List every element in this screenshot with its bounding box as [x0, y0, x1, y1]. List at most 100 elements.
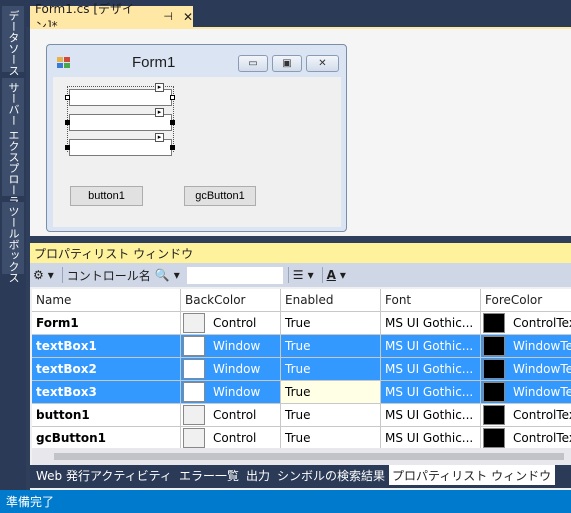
cell-forecolor[interactable]: ControlText: [481, 427, 571, 448]
form1-window[interactable]: Form1 ▭ ▣ ✕ ▸ ▸ ▸ button1 gcButton1: [46, 44, 347, 232]
column-header-font[interactable]: Font: [381, 289, 481, 312]
cell-text: Control: [213, 431, 257, 445]
column-header-enabled[interactable]: Enabled: [281, 289, 381, 312]
cell-text: ControlText: [513, 408, 571, 422]
cell-forecolor[interactable]: WindowText: [481, 335, 571, 358]
resize-handle[interactable]: [65, 120, 70, 125]
table-row[interactable]: textBox3 Window True MS UI Gothic... Win…: [32, 381, 571, 404]
cell-text: WindowText: [513, 339, 571, 353]
tab-web-publish[interactable]: Web 発行アクティビティ: [33, 465, 176, 485]
cell-name: button1: [32, 404, 181, 427]
cell-forecolor[interactable]: ControlText: [481, 312, 571, 335]
color-swatch: [183, 428, 205, 448]
cell-font[interactable]: MS UI Gothic...: [381, 427, 481, 448]
maximize-button[interactable]: ▣: [272, 55, 302, 72]
resize-handle[interactable]: [170, 145, 175, 150]
horizontal-scrollbar[interactable]: [32, 448, 571, 465]
toolbar-separator: [287, 267, 289, 283]
property-list-panel: プロパティリスト ウィンドウ ⚙ ▾ コントロール名 🔍 ▾ ☰ ▾ A ▾ N…: [30, 243, 571, 490]
close-button[interactable]: ✕: [306, 55, 339, 72]
pin-icon[interactable]: ⊣: [163, 10, 173, 23]
chevron-down-icon[interactable]: ▾: [340, 268, 346, 282]
cell-forecolor[interactable]: WindowText: [481, 358, 571, 381]
designer-surface: Form1 ▭ ▣ ✕ ▸ ▸ ▸ button1 gcButton1: [30, 27, 571, 236]
cell-font[interactable]: MS UI Gothic...: [381, 358, 481, 381]
cell-font[interactable]: MS UI Gothic...: [381, 312, 481, 335]
tab-property-list-window[interactable]: プロパティリスト ウィンドウ: [388, 465, 556, 485]
cell-font[interactable]: MS UI Gothic...: [381, 335, 481, 358]
document-tab-form1-design[interactable]: Form1.cs [デザイン]* ⊣ ✕: [30, 2, 193, 33]
property-grid: Name BackColor Enabled Font ForeColor Fo…: [32, 289, 571, 448]
cell-enabled[interactable]: True: [281, 335, 381, 358]
smart-tag-icon[interactable]: ▸: [155, 108, 164, 117]
color-swatch: [183, 336, 205, 356]
grid-header-row: Name BackColor Enabled Font ForeColor: [32, 289, 571, 312]
resize-handle[interactable]: [170, 95, 175, 100]
cell-text: Window: [213, 339, 261, 353]
minimize-button[interactable]: ▭: [238, 55, 268, 72]
cell-enabled[interactable]: True: [281, 312, 381, 335]
color-swatch: [483, 336, 505, 356]
property-toolbar: ⚙ ▾ コントロール名 🔍 ▾ ☰ ▾ A ▾: [30, 263, 571, 287]
cell-forecolor[interactable]: WindowText: [481, 381, 571, 404]
cell-enabled[interactable]: True: [281, 358, 381, 381]
columns-icon[interactable]: ⚙: [33, 268, 44, 282]
cell-enabled[interactable]: True: [281, 427, 381, 448]
chevron-down-icon[interactable]: ▾: [48, 268, 54, 282]
button1[interactable]: button1: [70, 186, 143, 206]
table-row[interactable]: Form1 Control True MS UI Gothic... Contr…: [32, 312, 571, 335]
color-swatch: [183, 382, 205, 402]
tab-output[interactable]: 出力: [243, 465, 274, 485]
toolbar-separator: [321, 267, 323, 283]
cell-font[interactable]: MS UI Gothic...: [381, 404, 481, 427]
color-swatch: [183, 359, 205, 379]
resize-handle[interactable]: [65, 95, 70, 100]
table-row[interactable]: button1 Control True MS UI Gothic... Con…: [32, 404, 571, 427]
panel-title: プロパティリスト ウィンドウ: [30, 243, 571, 263]
side-tab-datasource[interactable]: データソース: [2, 6, 24, 76]
cell-text: ControlText: [513, 316, 571, 330]
tab-error-list[interactable]: エラー一覧: [176, 465, 243, 485]
cell-enabled[interactable]: True: [281, 404, 381, 427]
cell-backcolor[interactable]: Window: [181, 358, 281, 381]
color-swatch: [483, 359, 505, 379]
cell-text: WindowText: [513, 362, 571, 376]
cell-forecolor[interactable]: ControlText: [481, 404, 571, 427]
chevron-down-icon[interactable]: ▾: [174, 268, 180, 282]
list-icon[interactable]: ☰: [293, 268, 304, 282]
side-tab-server-explorer[interactable]: サーバー エクスプローラー: [2, 78, 24, 218]
cell-name: Form1: [32, 312, 181, 335]
resize-handle[interactable]: [65, 145, 70, 150]
control-name-label: コントロール名: [66, 268, 151, 283]
table-row[interactable]: gcButton1 Control True MS UI Gothic... C…: [32, 427, 571, 448]
table-row[interactable]: textBox2 Window True MS UI Gothic... Win…: [32, 358, 571, 381]
table-row[interactable]: textBox1 Window True MS UI Gothic... Win…: [32, 335, 571, 358]
name-filter-input[interactable]: [185, 265, 284, 285]
smart-tag-icon[interactable]: ▸: [155, 133, 164, 142]
cell-font[interactable]: MS UI Gothic...: [381, 381, 481, 404]
cell-backcolor[interactable]: Control: [181, 404, 281, 427]
close-icon[interactable]: ✕: [183, 10, 193, 24]
cell-backcolor[interactable]: Control: [181, 427, 281, 448]
color-swatch: [483, 382, 505, 402]
color-swatch: [483, 428, 505, 448]
filter-icon[interactable]: 🔍: [155, 268, 170, 282]
column-header-name[interactable]: Name: [32, 289, 181, 312]
resize-handle[interactable]: [170, 120, 175, 125]
chevron-down-icon[interactable]: ▾: [308, 268, 314, 282]
tab-find-symbol-results[interactable]: シンボルの検索結果: [274, 465, 389, 485]
status-bar: 準備完了: [0, 490, 571, 513]
column-header-backcolor[interactable]: BackColor: [181, 289, 281, 312]
gcbutton1[interactable]: gcButton1: [184, 186, 256, 206]
cell-backcolor[interactable]: Window: [181, 381, 281, 404]
color-swatch: [483, 405, 505, 425]
font-icon[interactable]: A: [327, 268, 336, 282]
toolbar-separator: [61, 267, 63, 283]
cell-enabled-current[interactable]: True: [281, 381, 381, 404]
cell-backcolor[interactable]: Control: [181, 312, 281, 335]
smart-tag-icon[interactable]: ▸: [155, 83, 164, 92]
cell-backcolor[interactable]: Window: [181, 335, 281, 358]
scrollbar-thumb[interactable]: [54, 453, 564, 460]
side-tab-toolbox[interactable]: ツールボックス: [2, 202, 24, 283]
column-header-forecolor[interactable]: ForeColor: [481, 289, 571, 312]
